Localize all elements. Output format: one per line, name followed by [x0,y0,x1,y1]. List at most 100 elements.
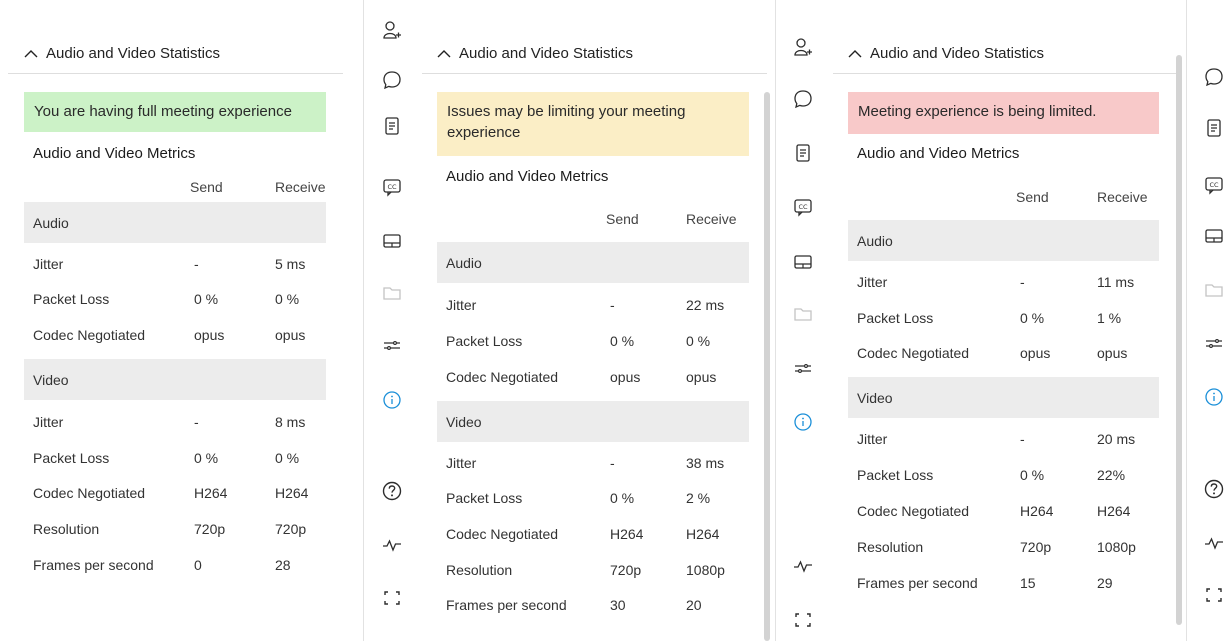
column-header-send: Send [190,179,223,195]
metric-send-value: H264 [610,526,644,542]
metric-label: Codec Negotiated [33,485,146,501]
stats-header-label: Audio and Video Statistics [459,45,634,62]
chat-icon[interactable] [381,69,403,91]
metric-label: Jitter [33,414,64,430]
metric-receive-value: 22% [1097,467,1126,483]
fullscreen-icon[interactable] [792,609,814,631]
metric-send-value: 0 % [1020,310,1045,326]
header-divider [833,73,1180,74]
divider [1186,0,1187,641]
chat-icon[interactable] [1203,66,1225,88]
metric-label: Packet Loss [857,310,934,326]
notes-icon[interactable] [1203,117,1225,139]
metric-label: Jitter [446,297,477,313]
status-banner: Meeting experience is being limited. [848,92,1159,134]
layout-icon[interactable] [381,230,403,252]
metric-label: Resolution [857,539,924,555]
metric-label: Packet Loss [446,333,523,349]
stats-header[interactable]: Audio and Video Statistics [24,45,220,62]
metric-send-value: 0 % [610,490,635,506]
metrics-title: Audio and Video Metrics [33,145,196,162]
fullscreen-icon[interactable] [381,587,403,609]
metric-receive-value: 38 ms [686,455,725,471]
metric-label: Frames per second [33,557,154,573]
header-divider [422,73,767,74]
metric-label: Frames per second [857,575,978,591]
metric-receive-value: 1 % [1097,310,1122,326]
info-icon[interactable] [792,411,814,433]
metric-send-value: - [1020,274,1025,290]
metric-receive-value: 0 % [275,291,300,307]
scrollbar[interactable] [764,92,770,641]
participants-icon[interactable] [381,19,403,41]
activity-icon[interactable] [381,534,403,556]
metric-send-value: opus [194,327,225,343]
folder-icon[interactable] [792,303,814,325]
settings-sliders-icon[interactable] [1203,332,1225,354]
metric-label: Packet Loss [446,490,523,506]
metric-label: Packet Loss [857,467,934,483]
metric-label: Packet Loss [33,450,110,466]
divider [363,0,364,641]
metric-receive-value: 1080p [1097,539,1136,555]
help-icon[interactable] [1203,478,1225,500]
stats-header[interactable]: Audio and Video Statistics [437,45,633,62]
column-header-send: Send [1016,189,1049,205]
status-banner: You are having full meeting experience [24,92,326,132]
metric-send-value: H264 [1020,503,1054,519]
layout-icon[interactable] [792,251,814,273]
captions-icon[interactable]: CC [1203,174,1225,196]
chevron-up-icon[interactable] [848,45,862,62]
folder-icon[interactable] [381,282,403,304]
stats-header-label: Audio and Video Statistics [46,45,221,62]
info-icon[interactable] [381,389,403,411]
section-video: Video [437,401,749,442]
layout-icon[interactable] [1203,225,1225,247]
column-header-receive: Receive [275,179,326,195]
captions-icon[interactable]: CC [792,196,814,218]
settings-sliders-icon[interactable] [792,357,814,379]
scrollbar[interactable] [1176,55,1182,625]
metric-label: Jitter [33,256,64,272]
captions-icon[interactable]: CC [381,176,403,198]
metric-receive-value: 5 ms [275,256,306,272]
notes-icon[interactable] [792,142,814,164]
metric-send-value: 0 % [610,333,635,349]
settings-sliders-icon[interactable] [381,334,403,356]
metric-send-value: 0 [194,557,202,573]
notes-icon[interactable] [381,115,403,137]
metric-send-value: 15 [1020,575,1036,591]
metric-send-value: 720p [610,562,642,578]
metric-label: Resolution [33,521,100,537]
chevron-up-icon[interactable] [437,45,451,62]
metric-send-value: - [194,256,199,272]
metric-receive-value: H264 [1097,503,1131,519]
chat-icon[interactable] [792,88,814,110]
section-audio: Audio [24,202,326,243]
stats-header[interactable]: Audio and Video Statistics [848,45,1044,62]
divider [775,0,776,641]
fullscreen-icon[interactable] [1203,584,1225,606]
metric-label: Jitter [857,431,888,447]
participants-icon[interactable] [792,36,814,58]
svg-text:CC: CC [387,183,397,191]
activity-icon[interactable] [792,555,814,577]
metric-label: Codec Negotiated [33,327,146,343]
info-icon[interactable] [1203,386,1225,408]
folder-icon[interactable] [1203,279,1225,301]
status-banner: Issues may be limiting your meeting expe… [437,92,749,156]
metric-receive-value: 0 % [686,333,711,349]
metric-send-value: - [610,297,615,313]
column-header-receive: Receive [1097,189,1148,205]
metric-send-value: 720p [1020,539,1052,555]
section-video: Video [848,377,1159,418]
metric-receive-value: 20 ms [1097,431,1136,447]
metric-receive-value: 22 ms [686,297,725,313]
metric-receive-value: opus [275,327,306,343]
chevron-up-icon[interactable] [24,45,38,62]
metric-send-value: - [1020,431,1025,447]
help-icon[interactable] [381,480,403,502]
metric-receive-value: 11 ms [1097,274,1135,290]
column-header-send: Send [606,211,639,227]
activity-icon[interactable] [1203,532,1225,554]
